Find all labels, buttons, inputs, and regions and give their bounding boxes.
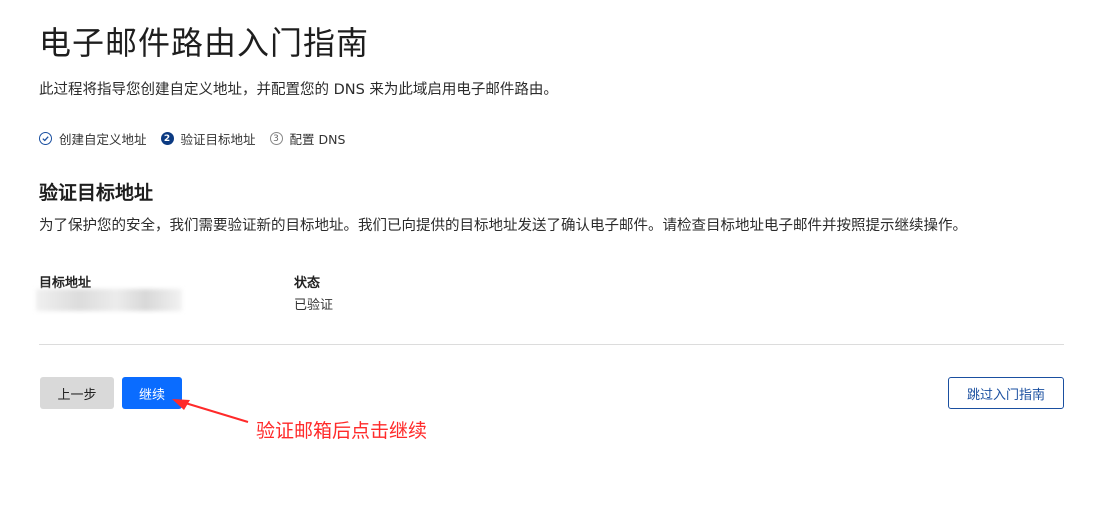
step-number-badge: 2 [160, 132, 174, 145]
check-circle-icon [39, 132, 52, 145]
step-verify-destination: 2 验证目标地址 [160, 129, 256, 148]
divider [39, 344, 1064, 345]
page-subtitle: 此过程将指导您创建自定义地址，并配置您的 DNS 来为此域启用电子邮件路由。 [39, 82, 558, 98]
annotation-arrow [172, 399, 249, 423]
step-label: 验证目标地址 [180, 132, 256, 147]
section-title: 验证目标地址 [39, 182, 154, 204]
step-indicator: 创建自定义地址 2 验证目标地址 3 配置 DNS [39, 129, 359, 148]
status-label: 状态 [294, 276, 321, 291]
step-number-badge: 3 [269, 132, 283, 145]
page-title: 电子邮件路由入门指南 [39, 24, 370, 62]
step-label: 配置 DNS [289, 132, 346, 147]
back-button[interactable]: 上一步 [40, 377, 114, 409]
section-description: 为了保护您的安全，我们需要验证新的目标地址。我们已向提供的目标地址发送了确认电子… [39, 218, 967, 234]
step-create-address: 创建自定义地址 [39, 129, 147, 148]
step-label: 创建自定义地址 [59, 132, 147, 147]
destination-value-redacted [36, 289, 182, 311]
skip-onboarding-button[interactable]: 跳过入门指南 [948, 377, 1064, 409]
annotation-text: 验证邮箱后点击继续 [256, 420, 428, 442]
step-configure-dns: 3 配置 DNS [269, 129, 346, 148]
status-value: 已验证 [294, 298, 334, 313]
